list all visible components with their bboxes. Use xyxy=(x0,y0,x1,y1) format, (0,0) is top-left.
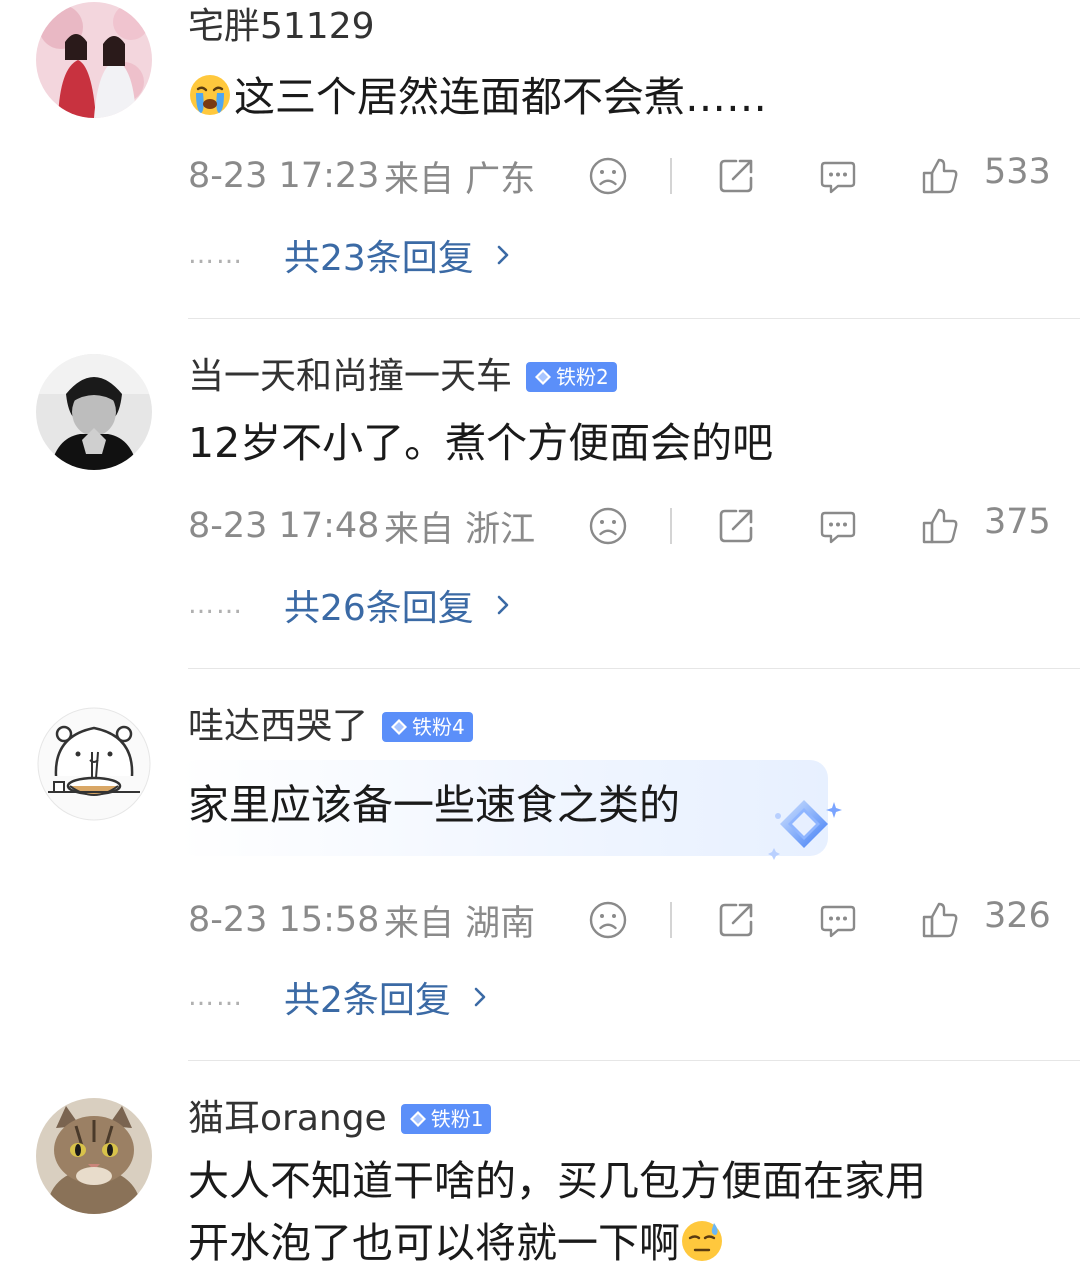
comment-text: 大人不知道干啥的，买几包方便面在家用 xyxy=(188,1157,926,1205)
avatar[interactable] xyxy=(36,706,152,822)
username-text[interactable]: 哇达西哭了 xyxy=(188,705,368,749)
like-count[interactable]: 375 xyxy=(984,502,1051,542)
timestamp: 8-23 17:23 xyxy=(188,156,380,196)
chevron-right-icon xyxy=(492,594,514,616)
view-replies-link[interactable]: …… 共26条回复 xyxy=(188,580,514,630)
like-count[interactable]: 326 xyxy=(984,896,1051,936)
location: 来自 广东 xyxy=(384,159,536,200)
chevron-right-icon xyxy=(469,986,491,1008)
share-icon[interactable] xyxy=(716,900,756,940)
comment-meta: 8-23 17:48 来自 浙江 375 xyxy=(188,496,1051,556)
ellipsis: …… xyxy=(188,240,244,270)
thumbs-up-icon[interactable] xyxy=(920,156,960,196)
sad-face-icon[interactable] xyxy=(588,900,628,940)
divider xyxy=(670,508,672,544)
location: 来自 浙江 xyxy=(384,509,536,550)
location: 来自 湖南 xyxy=(384,903,536,944)
ellipsis: …… xyxy=(188,590,244,620)
avatar[interactable] xyxy=(36,2,152,118)
ellipsis: …… xyxy=(188,982,244,1012)
timestamp: 8-23 17:48 xyxy=(188,506,380,546)
timestamp: 8-23 15:58 xyxy=(188,900,380,940)
divider xyxy=(188,668,1080,669)
divider xyxy=(670,902,672,938)
divider xyxy=(188,318,1080,319)
username[interactable]: 猫耳orange 铁粉1 xyxy=(188,1097,492,1141)
username[interactable]: 宅胖51129 xyxy=(188,5,375,49)
like-count[interactable]: 533 xyxy=(984,152,1051,192)
diamond-icon xyxy=(409,1110,427,1128)
view-replies-link[interactable]: …… 共2条回复 xyxy=(188,972,491,1022)
username-text[interactable]: 宅胖51129 xyxy=(188,5,375,49)
reply-count-text[interactable]: 共2条回复 xyxy=(284,971,451,1023)
diamond-icon xyxy=(768,800,842,860)
crying-emoji-icon xyxy=(190,75,230,115)
comment-icon[interactable] xyxy=(818,506,858,546)
username-text[interactable]: 猫耳orange xyxy=(188,1097,387,1141)
fan-badge[interactable]: 铁粉1 xyxy=(400,1104,492,1134)
comment-text: 12岁不小了。煮个方便面会的吧 xyxy=(188,419,774,467)
username[interactable]: 哇达西哭了 铁粉4 xyxy=(188,705,473,749)
reply-count-text[interactable]: 共26条回复 xyxy=(284,579,474,631)
sweat-emoji-icon xyxy=(682,1221,722,1261)
comment-meta: 8-23 15:58 来自 湖南 326 xyxy=(188,890,1051,950)
avatar[interactable] xyxy=(36,354,152,470)
comment-icon[interactable] xyxy=(818,156,858,196)
sad-face-icon[interactable] xyxy=(588,156,628,196)
comment-text: 开水泡了也可以将就一下啊 xyxy=(188,1212,726,1274)
comment-icon[interactable] xyxy=(818,900,858,940)
thumbs-up-icon[interactable] xyxy=(920,900,960,940)
comment-meta: 8-23 17:23 来自 广东 533 xyxy=(188,146,1051,206)
view-replies-link[interactable]: …… 共23条回复 xyxy=(188,230,514,280)
chevron-right-icon xyxy=(492,244,514,266)
thumbs-up-icon[interactable] xyxy=(920,506,960,546)
share-icon[interactable] xyxy=(716,156,756,196)
divider xyxy=(188,1060,1080,1061)
divider xyxy=(670,158,672,194)
comment-text: 这三个居然连面都不会煮…… xyxy=(188,66,767,128)
fan-badge[interactable]: 铁粉4 xyxy=(382,712,473,742)
reply-count-text[interactable]: 共23条回复 xyxy=(284,229,474,281)
sad-face-icon[interactable] xyxy=(588,506,628,546)
diamond-icon xyxy=(534,368,552,386)
share-icon[interactable] xyxy=(716,506,756,546)
fan-badge[interactable]: 铁粉2 xyxy=(526,362,617,392)
comment-text: 家里应该备一些速食之类的 xyxy=(188,781,680,829)
username-text[interactable]: 当一天和尚撞一天车 xyxy=(188,355,512,399)
avatar[interactable] xyxy=(36,1098,152,1214)
username[interactable]: 当一天和尚撞一天车 铁粉2 xyxy=(188,355,617,399)
diamond-icon xyxy=(390,718,408,736)
